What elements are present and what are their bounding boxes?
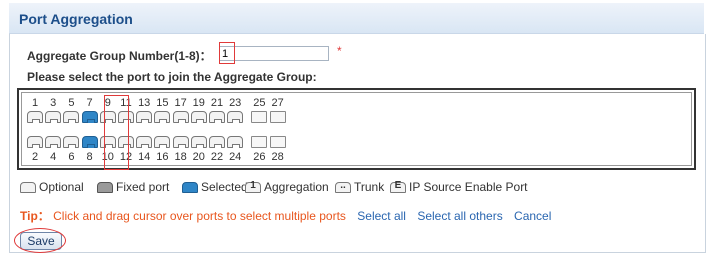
selection-highlight bbox=[104, 95, 129, 170]
port-2-icon[interactable] bbox=[27, 136, 43, 148]
port-7-icon[interactable] bbox=[81, 111, 98, 123]
required-mark: * bbox=[337, 44, 342, 58]
optional-port-icon bbox=[20, 182, 36, 193]
legend-trunk-label: Trunk bbox=[354, 180, 385, 194]
port-number-label: 17 bbox=[174, 97, 187, 109]
group-number-label: Aggregate Group Number(1-8)： bbox=[27, 49, 212, 63]
tip-row: Tip： Click and drag cursor over ports to… bbox=[20, 207, 551, 224]
trunk-port-icon: .. bbox=[335, 180, 351, 193]
port-5-icon[interactable] bbox=[63, 111, 80, 123]
page-header: Port Aggregation bbox=[9, 3, 704, 34]
save-button[interactable]: Save bbox=[20, 232, 62, 250]
port-16-icon[interactable] bbox=[154, 136, 171, 148]
port-number-label: 26 bbox=[253, 151, 266, 163]
port-22-icon[interactable] bbox=[209, 136, 225, 148]
port-number-label: 21 bbox=[210, 97, 224, 109]
port-number-label: 6 bbox=[68, 151, 75, 163]
select-all-link[interactable]: Select all bbox=[357, 209, 406, 223]
port-number-label: 7 bbox=[86, 97, 93, 109]
port-21-icon[interactable] bbox=[209, 111, 225, 123]
port-number-label: 16 bbox=[156, 151, 169, 163]
port-3-icon[interactable] bbox=[45, 111, 62, 123]
port-number-label: 28 bbox=[271, 151, 284, 163]
port-number-label: 19 bbox=[192, 97, 205, 109]
port-number-label: 24 bbox=[229, 151, 242, 163]
fixed-port-icon bbox=[97, 182, 113, 193]
ip-source-port-icon: E bbox=[390, 180, 406, 193]
group-input-highlight bbox=[219, 42, 235, 64]
port-17-icon[interactable] bbox=[172, 111, 189, 123]
port-instruction: Please select the port to join the Aggre… bbox=[27, 70, 317, 84]
port-number-label: 5 bbox=[68, 97, 75, 109]
port-15-icon[interactable] bbox=[154, 111, 171, 123]
port-20-icon[interactable] bbox=[190, 136, 207, 148]
port-25-sfp-icon[interactable] bbox=[251, 111, 268, 123]
port-28-sfp-icon[interactable] bbox=[269, 136, 286, 148]
legend-aggregation-label: Aggregation bbox=[264, 180, 329, 194]
port-8-icon[interactable] bbox=[81, 136, 98, 148]
port-6-icon[interactable] bbox=[63, 136, 80, 148]
selected-port-icon bbox=[182, 182, 198, 193]
aggregation-glyph: 1 bbox=[250, 180, 256, 191]
select-all-others-link[interactable]: Select all others bbox=[417, 209, 502, 223]
port-number-label: 13 bbox=[138, 97, 151, 109]
port-number-label: 22 bbox=[210, 151, 224, 163]
port-number-label: 14 bbox=[138, 151, 151, 163]
port-26-sfp-icon[interactable] bbox=[251, 136, 268, 148]
tip-text: Click and drag cursor over ports to sele… bbox=[53, 209, 346, 223]
ip-source-glyph: E bbox=[394, 180, 402, 191]
port-number-label: 8 bbox=[86, 151, 93, 163]
port-23-icon[interactable] bbox=[227, 111, 244, 123]
port-number-label: 20 bbox=[192, 151, 205, 163]
tip-label: Tip： bbox=[20, 209, 50, 223]
legend-fixed-label: Fixed port bbox=[116, 180, 170, 194]
port-1-icon[interactable] bbox=[27, 111, 43, 123]
port-14-icon[interactable] bbox=[136, 136, 153, 148]
page-title: Port Aggregation bbox=[19, 11, 133, 27]
port-number-label: 3 bbox=[50, 97, 57, 109]
port-number-label: 15 bbox=[156, 97, 169, 109]
legend-optional-label: Optional bbox=[39, 180, 84, 194]
legend-selected-label: Selected bbox=[201, 180, 248, 194]
aggregation-port-icon: 1 bbox=[245, 180, 261, 193]
port-number-label: 23 bbox=[229, 97, 242, 109]
port-24-icon[interactable] bbox=[227, 136, 244, 148]
cancel-link[interactable]: Cancel bbox=[514, 209, 551, 223]
port-number-label: 18 bbox=[174, 151, 187, 163]
trunk-glyph: .. bbox=[340, 180, 346, 191]
port-number-label: 1 bbox=[31, 97, 39, 109]
port-18-icon[interactable] bbox=[172, 136, 189, 148]
port-number-label: 27 bbox=[271, 97, 284, 109]
port-number-label: 25 bbox=[253, 97, 266, 109]
port-19-icon[interactable] bbox=[190, 111, 207, 123]
port-number-label: 2 bbox=[31, 151, 39, 163]
port-13-icon[interactable] bbox=[136, 111, 153, 123]
port-27-sfp-icon[interactable] bbox=[269, 111, 286, 123]
legend-ip-source-label: IP Source Enable Port bbox=[409, 180, 528, 194]
group-number-input[interactable] bbox=[219, 46, 329, 61]
port-number-label: 4 bbox=[50, 151, 57, 163]
port-4-icon[interactable] bbox=[45, 136, 62, 148]
